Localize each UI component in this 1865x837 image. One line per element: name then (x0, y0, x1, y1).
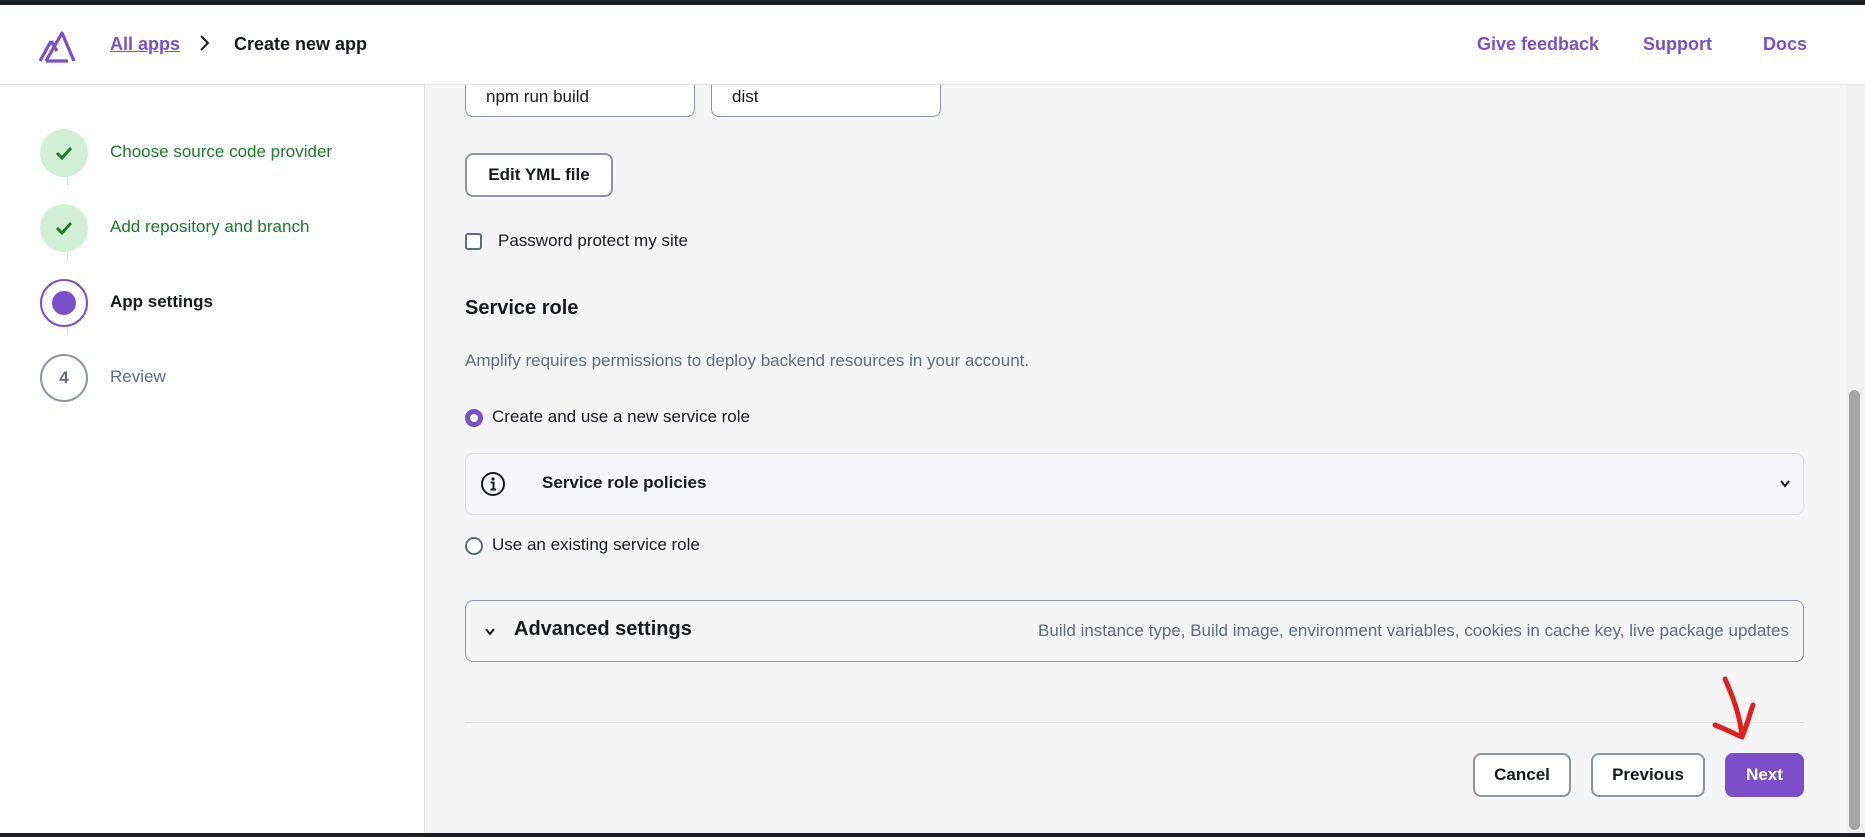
step-app-settings[interactable]: App settings (40, 279, 420, 327)
give-feedback-link[interactable]: Give feedback (1477, 34, 1599, 55)
service-role-policies-label: Service role policies (542, 473, 707, 492)
docs-link[interactable]: Docs (1763, 34, 1807, 55)
top-header: All apps Create new app Give feedback Su… (0, 5, 1865, 85)
check-icon (40, 129, 88, 177)
password-protect-label[interactable]: Password protect my site (498, 231, 688, 251)
step-label: Choose source code provider (110, 142, 333, 161)
breadcrumb-all-apps[interactable]: All apps (110, 34, 180, 55)
step-label: Add repository and branch (110, 217, 310, 236)
output-directory-input[interactable]: dist (711, 85, 941, 117)
next-button[interactable]: Next (1725, 753, 1804, 797)
advanced-settings-expander[interactable]: Advanced settings Build instance type, B… (465, 600, 1804, 662)
info-icon (481, 472, 505, 496)
advanced-settings-title: Advanced settings (514, 618, 692, 640)
check-icon (40, 204, 88, 252)
existing-service-role-label[interactable]: Use an existing service role (492, 535, 700, 555)
existing-service-role-radio[interactable] (465, 537, 483, 555)
chevron-down-icon (1780, 480, 1790, 488)
step-add-repository[interactable]: Add repository and branch (40, 204, 420, 252)
scrollbar-thumb[interactable] (1849, 390, 1860, 830)
step-label: App settings (110, 292, 213, 311)
cancel-button[interactable]: Cancel (1473, 753, 1571, 797)
service-role-description: Amplify requires permissions to deploy b… (465, 351, 1030, 370)
advanced-settings-summary: Build instance type, Build image, enviro… (1038, 621, 1789, 640)
chevron-down-icon (485, 628, 495, 636)
new-service-role-label[interactable]: Create and use a new service role (492, 407, 750, 427)
edit-yml-button[interactable]: Edit YML file (465, 153, 613, 197)
build-command-input[interactable]: npm run build (465, 85, 695, 117)
support-link[interactable]: Support (1643, 34, 1712, 55)
new-service-role-radio[interactable] (465, 409, 483, 427)
step-number: 4 (40, 354, 88, 402)
service-role-policies-expander[interactable]: Service role policies (465, 453, 1804, 515)
step-choose-source[interactable]: Choose source code provider (40, 129, 420, 177)
current-step-icon (40, 279, 88, 327)
breadcrumb-current: Create new app (234, 34, 368, 54)
previous-button[interactable]: Previous (1591, 753, 1705, 797)
annotation-arrow-icon (1712, 676, 1756, 740)
chevron-right-icon (200, 35, 210, 51)
app-window: All apps Create new app Give feedback Su… (0, 5, 1865, 833)
step-label: Review (110, 367, 166, 386)
amplify-logo-icon[interactable] (38, 29, 76, 63)
service-role-heading: Service role (465, 297, 579, 319)
app-settings-form: npm run build dist Edit YML file Passwor… (426, 85, 1846, 833)
wizard-steps-sidebar: Choose source code provider Add reposito… (0, 85, 425, 833)
footer-divider (465, 722, 1804, 723)
step-review[interactable]: 4 Review (40, 354, 420, 402)
password-protect-checkbox[interactable] (465, 233, 482, 250)
